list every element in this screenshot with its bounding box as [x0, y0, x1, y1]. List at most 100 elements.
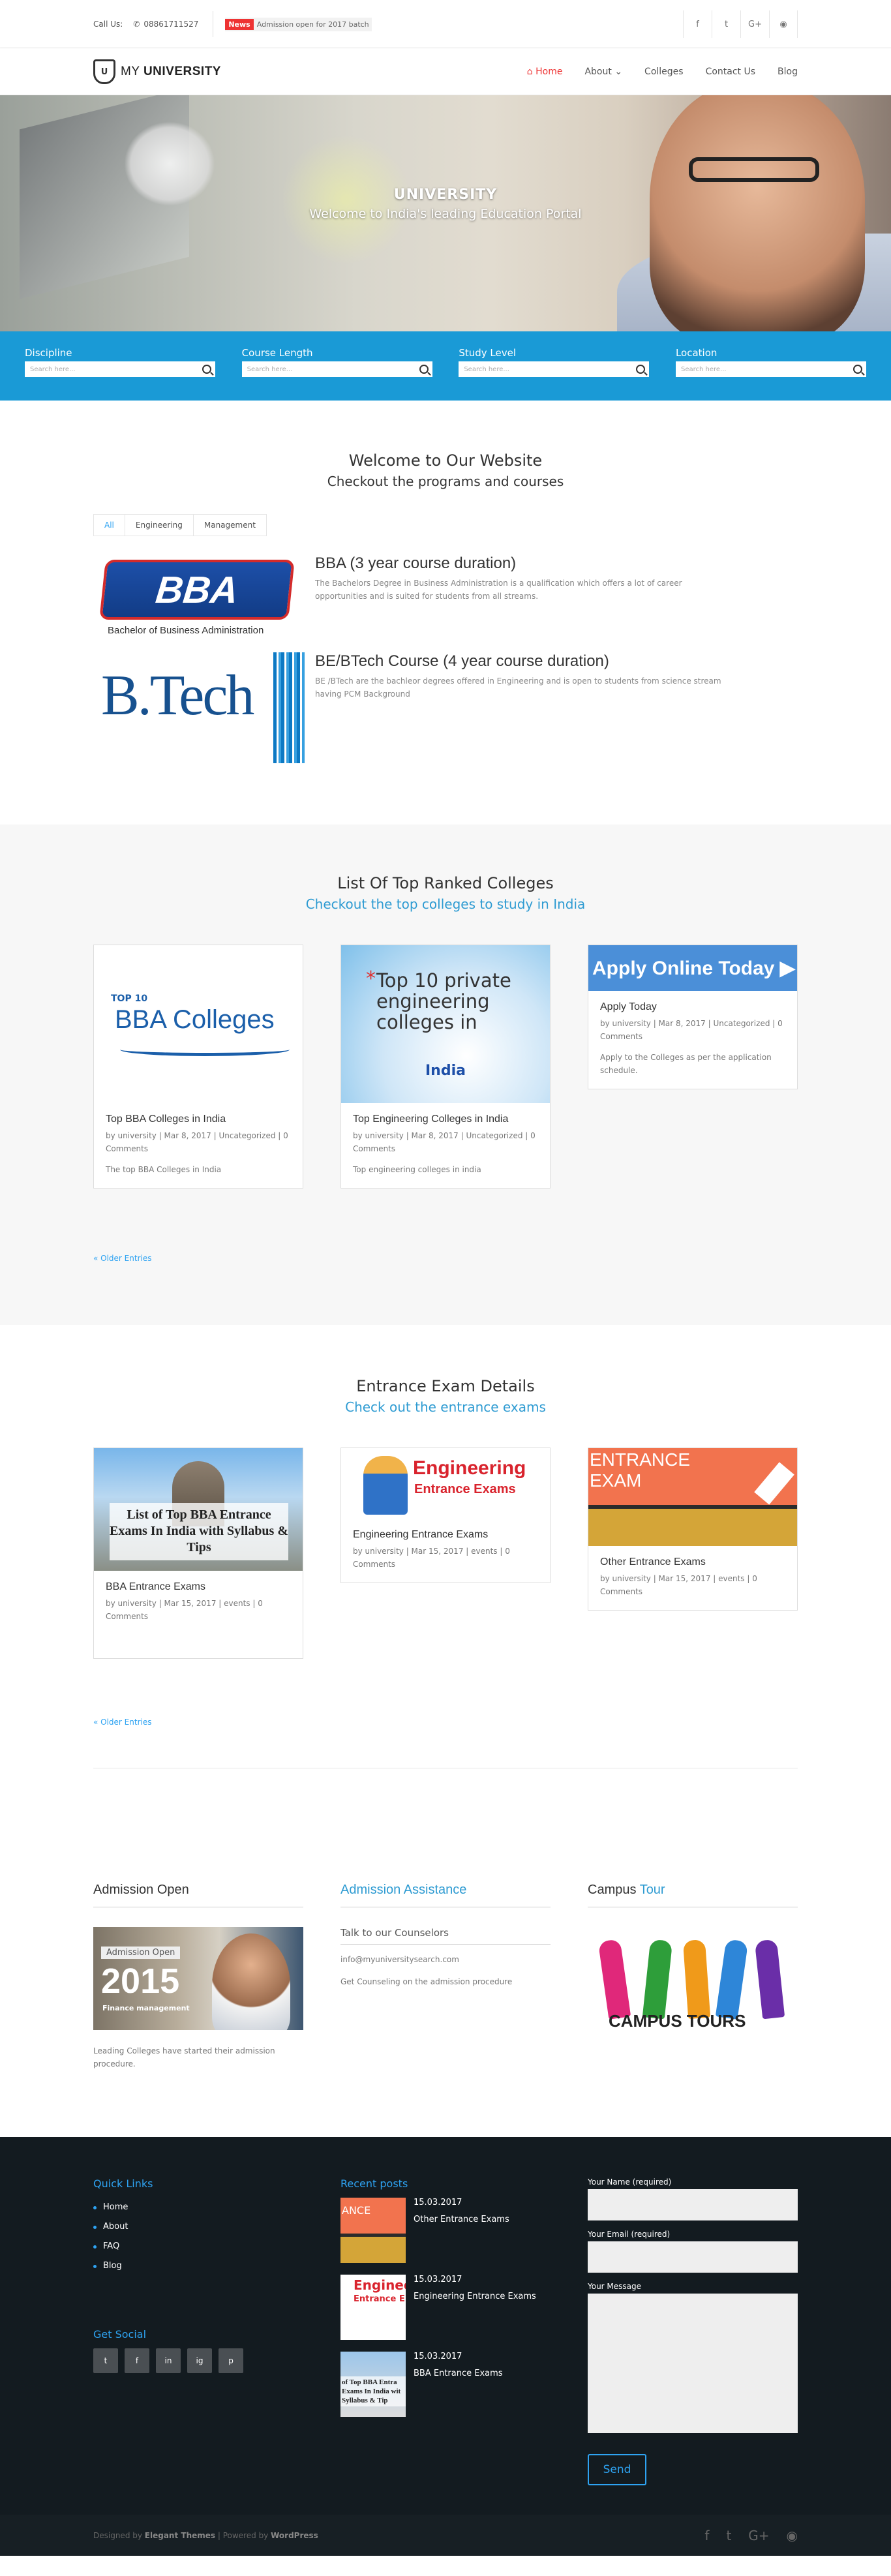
- facebook-icon[interactable]: f: [683, 10, 712, 38]
- name-field[interactable]: [588, 2189, 798, 2220]
- campus-tour-image[interactable]: CAMPUS TOURS: [588, 1927, 798, 2038]
- filter-management[interactable]: Management: [193, 514, 267, 536]
- search-icon[interactable]: [853, 365, 862, 374]
- google-plus-icon[interactable]: G+: [740, 10, 769, 38]
- post-title[interactable]: Engineering Entrance Exams: [414, 2291, 536, 2303]
- contact-email[interactable]: info@myuniversitysearch.com: [340, 1955, 551, 1964]
- older-entries-link[interactable]: « Older Entries: [93, 1254, 151, 1263]
- twitter-icon[interactable]: t: [93, 2348, 118, 2373]
- card-title[interactable]: Top BBA Colleges in India: [106, 1114, 291, 1125]
- phone-text: 08861711527: [143, 20, 199, 29]
- card-image[interactable]: Engineering Entrance Exams: [341, 1448, 550, 1519]
- email-field[interactable]: [588, 2241, 798, 2273]
- post-thumbnail[interactable]: EngineeEntrance E: [340, 2275, 406, 2340]
- site-logo[interactable]: U MY UNIVERSITY: [93, 59, 221, 84]
- footer-social-links: t f in ig p: [93, 2348, 303, 2373]
- card-title[interactable]: BBA Entrance Exams: [106, 1581, 291, 1593]
- portfolio-filters: All Engineering Management: [93, 514, 798, 536]
- facebook-icon[interactable]: f: [704, 2528, 709, 2543]
- nav-home[interactable]: ⌂ Home: [527, 67, 563, 77]
- phone-icon: ✆: [133, 20, 140, 29]
- recent-post[interactable]: EngineeEntrance E 15.03.2017 Engineering…: [340, 2275, 551, 2340]
- call-us-label: Call Us:: [93, 20, 123, 29]
- wordpress-link[interactable]: WordPress: [271, 2531, 318, 2540]
- chevron-down-icon: ⌄: [614, 67, 623, 77]
- google-plus-icon[interactable]: G+: [748, 2528, 769, 2543]
- message-field[interactable]: [588, 2294, 798, 2433]
- home-icon: ⌂: [526, 67, 533, 77]
- widget-title: Admission Open: [93, 1883, 303, 1907]
- bottom-social-links: f t G+ ◉: [704, 2528, 798, 2543]
- card-title[interactable]: Engineering Entrance Exams: [353, 1529, 538, 1541]
- card-image[interactable]: List of Top BBA Entrance Exams In India …: [94, 1448, 303, 1571]
- post-date: 15.03.2017: [414, 2352, 462, 2361]
- facebook-icon[interactable]: f: [125, 2348, 149, 2373]
- footer-link-about[interactable]: About: [93, 2217, 303, 2237]
- recent-post[interactable]: ANCE 15.03.2017 Other Entrance Exams: [340, 2198, 551, 2263]
- post-title[interactable]: BBA Entrance Exams: [414, 2368, 503, 2380]
- card-image[interactable]: TOP 10 BBA Colleges: [94, 945, 303, 1103]
- footer-link-home[interactable]: Home: [93, 2198, 303, 2217]
- twitter-icon[interactable]: t: [726, 2528, 731, 2543]
- card-image[interactable]: ENTRANCE EXAM: [588, 1448, 797, 1546]
- ranked-colleges-section: List Of Top Ranked Colleges Checkout the…: [0, 825, 891, 1325]
- search-input[interactable]: Search here...: [241, 361, 432, 377]
- search-icon[interactable]: [419, 365, 429, 374]
- footer-link-faq[interactable]: FAQ: [93, 2237, 303, 2256]
- hero-title: UNIVERSITY: [393, 187, 498, 203]
- search-icon[interactable]: [202, 365, 211, 374]
- course-title[interactable]: BE/BTech Course (4 year course duration): [315, 652, 798, 671]
- filter-all[interactable]: All: [93, 514, 125, 536]
- admission-image[interactable]: Admission Open 2015 Finance management: [93, 1927, 303, 2030]
- footer-title: Recent posts: [340, 2177, 408, 2190]
- card-title[interactable]: Other Entrance Exams: [600, 1556, 785, 1568]
- widget-text: Get Counseling on the admission procedur…: [340, 1977, 513, 1986]
- news-badge: News: [225, 18, 254, 30]
- search-study-level: Study Level Search here...: [459, 347, 650, 377]
- nav-about[interactable]: About ⌄: [584, 67, 622, 77]
- phone-number[interactable]: ✆ 08861711527: [133, 20, 198, 29]
- filter-engineering[interactable]: Engineering: [125, 514, 194, 536]
- btech-course-image[interactable]: B.Tech: [93, 652, 305, 763]
- twitter-icon[interactable]: t: [712, 10, 740, 38]
- card-image[interactable]: Apply Online Today ▶: [588, 945, 797, 991]
- logo-main: UNIVERSITY: [143, 65, 221, 78]
- search-input[interactable]: Search here...: [675, 361, 866, 377]
- instagram-icon[interactable]: ig: [187, 2348, 212, 2373]
- card-title[interactable]: Apply Today: [600, 1001, 785, 1013]
- card-excerpt: Top engineering colleges in india: [353, 1165, 481, 1174]
- linkedin-icon[interactable]: in: [156, 2348, 181, 2373]
- search-icon[interactable]: [636, 365, 646, 374]
- bba-course-image[interactable]: BBA Bachelor of Business Administration: [93, 554, 305, 646]
- course-title[interactable]: BBA (3 year course duration): [315, 554, 798, 573]
- college-cards: TOP 10 BBA Colleges Top BBA Colleges in …: [93, 945, 798, 1189]
- nav-blog[interactable]: Blog: [778, 67, 798, 77]
- nav-contact[interactable]: Contact Us: [706, 67, 755, 77]
- post-thumbnail[interactable]: of Top BBA Entra Exams In India wit Syll…: [340, 2352, 406, 2417]
- counselors-link[interactable]: Talk to our Counselors: [340, 1927, 551, 1945]
- search-input[interactable]: Search here...: [459, 361, 650, 377]
- search-input[interactable]: Search here...: [25, 361, 215, 377]
- course-item-bba: BBA Bachelor of Business Administration …: [93, 554, 798, 646]
- news-ticker[interactable]: News Admission open for 2017 batch: [225, 17, 372, 31]
- post-title[interactable]: Other Entrance Exams: [414, 2214, 509, 2226]
- recent-post[interactable]: of Top BBA Entra Exams In India wit Syll…: [340, 2352, 551, 2417]
- card-title[interactable]: Top Engineering Colleges in India: [353, 1114, 538, 1125]
- section-subtitle: Check out the entrance exams: [345, 1399, 546, 1415]
- pinterest-icon[interactable]: p: [219, 2348, 243, 2373]
- elegant-themes-link[interactable]: Elegant Themes: [145, 2531, 215, 2540]
- card-image[interactable]: * Top 10 private engineering colleges in…: [341, 945, 550, 1103]
- rss-icon[interactable]: ◉: [787, 2528, 798, 2543]
- hero-banner: UNIVERSITY Welcome to India's leading Ed…: [0, 95, 891, 331]
- send-button[interactable]: Send: [588, 2454, 646, 2485]
- nav-colleges[interactable]: Colleges: [644, 67, 684, 77]
- main-header: U MY UNIVERSITY ⌂ Home About ⌄ Colleges …: [0, 48, 891, 95]
- rss-icon[interactable]: ◉: [769, 10, 798, 38]
- section-title: Welcome to Our Website: [348, 451, 543, 470]
- footer-link-blog[interactable]: Blog: [93, 2256, 303, 2276]
- section-subtitle: Checkout the top colleges to study in In…: [305, 896, 586, 912]
- post-thumbnail[interactable]: ANCE: [340, 2198, 406, 2263]
- older-entries-link[interactable]: « Older Entries: [93, 1718, 151, 1727]
- info-widgets: Admission Open Admission Open 2015 Finan…: [0, 1819, 891, 2137]
- search-discipline: Discipline Search here...: [25, 347, 215, 377]
